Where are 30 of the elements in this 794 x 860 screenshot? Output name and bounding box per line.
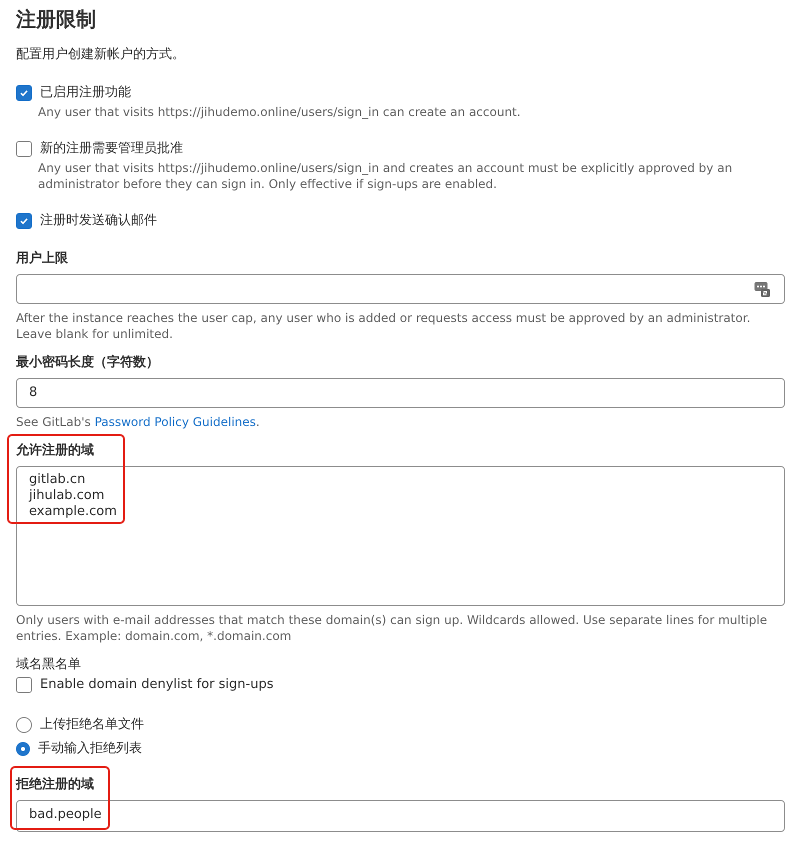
field-label: 允许注册的域 xyxy=(16,442,95,460)
field-label: 用户上限 xyxy=(16,250,69,268)
checkbox-label[interactable]: 已启用注册功能 xyxy=(40,84,131,102)
checkbox[interactable] xyxy=(16,141,32,157)
field-label: 拒绝注册的域 xyxy=(16,776,95,794)
checkbox-label[interactable]: 新的注册需要管理员批准 xyxy=(40,140,183,158)
checkbox[interactable] xyxy=(16,677,32,693)
help-text: Any user that visits https://jihudemo.online/users/sign_in can create an account. xyxy=(38,104,522,120)
field-label: 最小密码长度（字符数） xyxy=(16,354,160,372)
policy-link[interactable]: Password Policy Guidelines xyxy=(94,415,256,429)
radio-button[interactable] xyxy=(16,717,32,733)
radio-label[interactable]: 手动输入拒绝列表 xyxy=(38,740,142,758)
user-cap-input[interactable] xyxy=(16,274,785,304)
checkbox[interactable] xyxy=(16,213,32,229)
section-title: 注册限制 xyxy=(16,6,97,32)
radio-button[interactable] xyxy=(16,742,30,756)
help-text: Any user that visits https://jihudemo.online/users/sign_in and creates an account must be explicitly approved by an administrator before they can sign in. Only effective if sign-ups are enabled. xyxy=(38,160,734,192)
checkbox-label[interactable]: 注册时发送确认邮件 xyxy=(40,212,157,230)
help-text: After the instance reaches the user cap, any user who is added or requests access must be approved by an administrator. Leave blank for unlimited. xyxy=(16,310,752,342)
denylist-input[interactable]: bad.people xyxy=(16,800,785,832)
checkbox-label[interactable]: Enable domain denylist for sign-ups xyxy=(40,676,274,694)
field-label: 域名黑名单 xyxy=(16,656,82,674)
domains-textarea[interactable]: gitlab.cn jihulab.com example.com xyxy=(16,466,785,606)
help-text: See GitLab's Password Policy Guidelines. xyxy=(16,414,261,430)
checkbox[interactable] xyxy=(16,85,32,101)
password-length-input[interactable]: 8 xyxy=(16,378,785,408)
help-text: Only users with e-mail addresses that match these domain(s) can sign up. Wildcards allowed. Use separate lines for multiple entries. Example: domain.com, *.domain.com xyxy=(16,612,768,644)
radio-label[interactable]: 上传拒绝名单文件 xyxy=(40,716,144,734)
section-description: 配置用户创建新帐户的方式。 xyxy=(16,46,186,64)
keypad-icon[interactable] xyxy=(754,281,770,297)
